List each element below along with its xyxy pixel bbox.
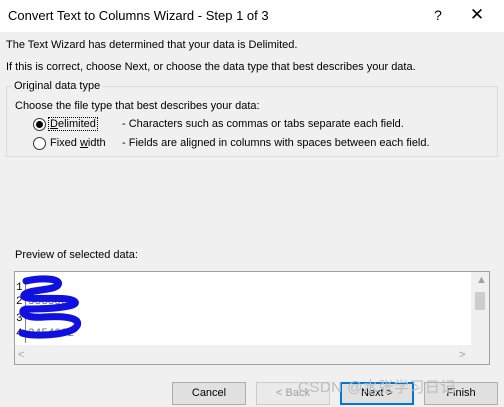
radio-selected-dot [36,121,43,128]
title-bar: Convert Text to Columns Wizard - Step 1 … [0,0,504,32]
watermark: CSDN @水张学习日记 [298,379,456,396]
intro-text-detected: The Text Wizard has determined that your… [6,39,298,51]
fixed-width-radio[interactable] [33,137,46,150]
scroll-left-icon[interactable]: < [18,349,24,361]
preview-label: Preview of selected data: [15,249,138,261]
fixed-width-option[interactable]: Fixed width - Fields are aligned in colu… [33,136,473,152]
scroll-up-icon[interactable]: ▲ [476,274,487,286]
fixed-width-description: - Fields are aligned in columns with spa… [122,137,430,149]
redaction-scribble [18,275,82,339]
fixed-width-label-accel: w [79,137,88,149]
close-button[interactable]: ✕ [460,2,494,28]
group-title: Original data type [12,80,103,92]
scroll-thumb[interactable] [475,292,485,310]
help-button[interactable]: ? [426,2,450,28]
delimited-label-accel: D [50,118,58,130]
preview-horizontal-scrollbar[interactable]: < > [15,345,489,364]
delimited-label-post: elimited [57,118,96,130]
cancel-button[interactable]: Cancel [172,382,246,405]
delimited-option[interactable]: Delimited - Characters such as commas or… [33,117,433,133]
fixed-width-label-post: idth [87,137,106,149]
preview-vertical-scrollbar[interactable]: ▲ [471,272,489,345]
preview-row: 4 2454002 [16,326,471,343]
fixed-width-label-pre: Fixed [50,137,80,149]
intro-text-instructions: If this is correct, choose Next, or choo… [6,61,416,73]
delimited-description: - Characters such as commas or tabs sepa… [122,118,404,130]
window-title: Convert Text to Columns Wizard - Step 1 … [8,8,269,23]
data-preview[interactable]: 1 2 5838832 3 4 2454002 ▲ < > [14,271,490,365]
file-type-prompt: Choose the file type that best describes… [15,100,260,112]
delimited-label[interactable]: Delimited [48,117,98,131]
fixed-width-label[interactable]: Fixed width [50,137,106,149]
preview-row: 2 5838832 [16,294,471,311]
scroll-right-icon[interactable]: > [459,349,465,361]
delimited-radio[interactable] [33,118,46,131]
